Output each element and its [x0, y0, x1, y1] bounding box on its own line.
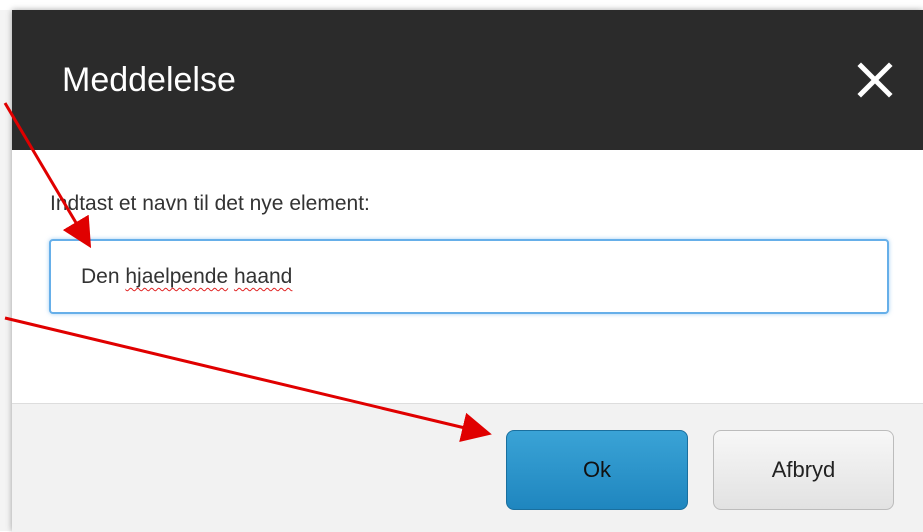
spellcheck-word: hjaelpende [125, 265, 229, 288]
background-top [0, 0, 923, 10]
close-icon [857, 62, 893, 98]
element-name-input[interactable]: Den hjaelpende haand [49, 239, 889, 314]
dialog-body: Indtast et navn til det nye element: Den… [12, 150, 923, 403]
dialog-header: Meddelelse [12, 10, 923, 150]
prompt-label: Indtast et navn til det nye element: [50, 192, 370, 215]
cancel-button[interactable]: Afbryd [713, 430, 894, 510]
message-dialog: Meddelelse Indtast et navn til det nye e… [12, 10, 923, 532]
close-button[interactable] [853, 58, 897, 102]
ok-button[interactable]: Ok [506, 430, 688, 510]
dialog-footer: Ok Afbryd [12, 403, 923, 532]
dialog-title: Meddelelse [62, 61, 236, 99]
spellcheck-word: haand [233, 265, 293, 288]
input-value: Den hjaelpende haand [81, 265, 293, 288]
